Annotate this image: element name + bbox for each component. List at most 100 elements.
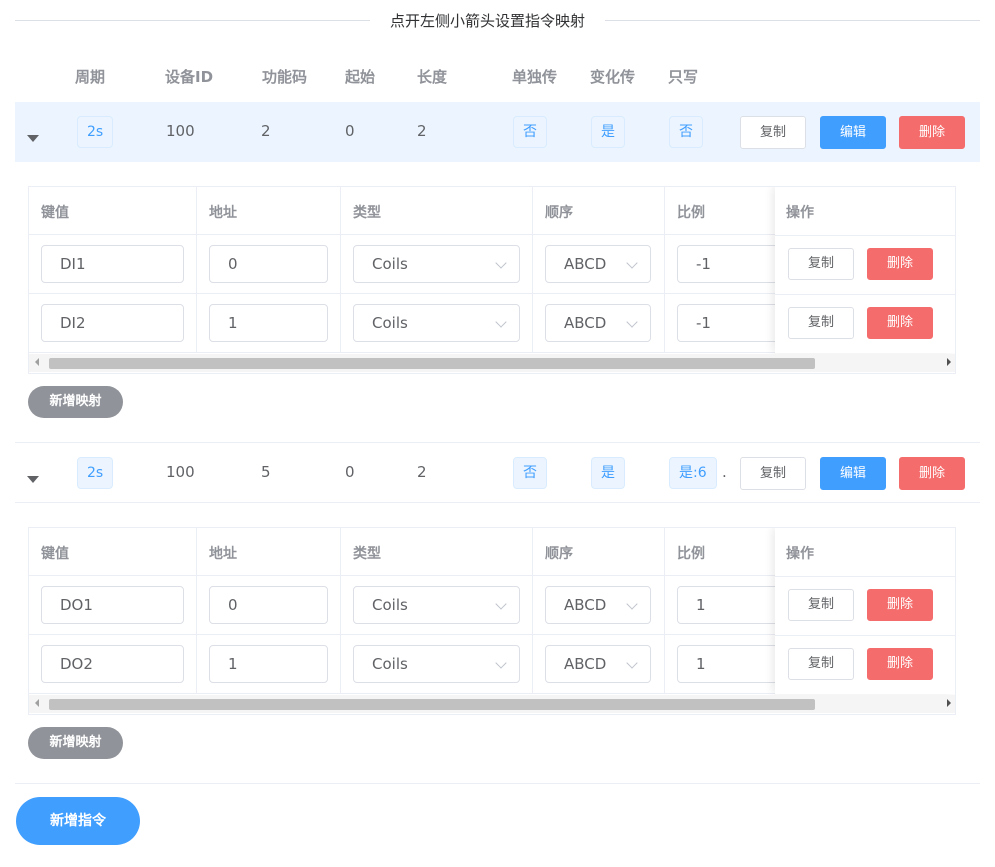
add-mapping-button[interactable]: 新增映射 bbox=[28, 727, 123, 759]
expand-arrow-icon[interactable] bbox=[27, 476, 39, 483]
func-code-value: 2 bbox=[261, 122, 271, 140]
type-select-value: Coils bbox=[372, 314, 408, 332]
address-input[interactable]: 0 bbox=[209, 245, 328, 283]
column-operations: 操作 bbox=[786, 205, 814, 221]
column-ratio: 比例 bbox=[677, 205, 705, 221]
scrollbar-thumb[interactable] bbox=[49, 358, 815, 369]
column-operations: 操作 bbox=[786, 546, 814, 562]
column-key: 键值 bbox=[41, 205, 69, 221]
scroll-right-icon[interactable] bbox=[947, 358, 951, 366]
column-divider bbox=[532, 528, 533, 694]
type-select-value: Coils bbox=[372, 596, 408, 614]
delete-command-button[interactable]: 删除 bbox=[899, 116, 965, 149]
header-single: 单独传 bbox=[512, 68, 558, 86]
scrollbar-thumb[interactable] bbox=[49, 699, 815, 710]
expand-arrow-icon[interactable] bbox=[27, 135, 39, 142]
key-input[interactable]: DO2 bbox=[41, 645, 184, 683]
horizontal-scrollbar[interactable] bbox=[29, 695, 955, 713]
command-row[interactable]: 2s 100 5 0 2 否 是 是:6 . 复制 编辑 删除 bbox=[15, 443, 980, 503]
column-ratio: 比例 bbox=[677, 546, 705, 562]
scroll-right-icon[interactable] bbox=[947, 699, 951, 707]
column-address: 地址 bbox=[209, 546, 237, 562]
write-only-tag: 否 bbox=[669, 116, 703, 148]
order-select[interactable]: ABCD bbox=[545, 245, 651, 283]
chevron-down-icon bbox=[626, 598, 638, 610]
header-period: 周期 bbox=[75, 68, 106, 86]
delete-mapping-button[interactable]: 删除 bbox=[867, 589, 933, 621]
address-input[interactable]: 0 bbox=[209, 586, 328, 624]
section-divider bbox=[15, 502, 980, 503]
column-divider bbox=[532, 187, 533, 353]
order-select-value: ABCD bbox=[564, 314, 607, 332]
delete-command-button[interactable]: 删除 bbox=[899, 457, 965, 490]
chevron-down-icon bbox=[495, 316, 507, 328]
column-type: 类型 bbox=[353, 205, 381, 221]
column-address: 地址 bbox=[209, 205, 237, 221]
single-tag: 否 bbox=[513, 116, 547, 148]
row-divider bbox=[775, 294, 955, 295]
start-value: 0 bbox=[345, 463, 355, 481]
length-value: 2 bbox=[417, 122, 427, 140]
key-input[interactable]: DO1 bbox=[41, 586, 184, 624]
header-length: 长度 bbox=[417, 68, 448, 86]
column-order: 顺序 bbox=[545, 205, 573, 221]
column-divider bbox=[340, 187, 341, 353]
edit-command-button[interactable]: 编辑 bbox=[820, 116, 886, 149]
order-select[interactable]: ABCD bbox=[545, 304, 651, 342]
key-input[interactable]: DI1 bbox=[41, 245, 184, 283]
order-select[interactable]: ABCD bbox=[545, 645, 651, 683]
address-input[interactable]: 1 bbox=[209, 645, 328, 683]
order-select[interactable]: ABCD bbox=[545, 586, 651, 624]
header-device-id: 设备ID bbox=[165, 68, 214, 86]
header-change: 变化传 bbox=[590, 68, 636, 86]
delete-mapping-button[interactable]: 删除 bbox=[867, 648, 933, 680]
chevron-down-icon bbox=[626, 257, 638, 269]
chevron-down-icon bbox=[495, 257, 507, 269]
copy-mapping-button[interactable]: 复制 bbox=[788, 589, 854, 621]
type-select-value: Coils bbox=[372, 255, 408, 273]
scroll-left-icon[interactable] bbox=[35, 358, 39, 366]
chevron-down-icon bbox=[626, 316, 638, 328]
section-divider bbox=[15, 783, 980, 784]
copy-mapping-button[interactable]: 复制 bbox=[788, 248, 854, 280]
command-row[interactable]: 2s 100 2 0 2 否 是 否 复制 编辑 删除 bbox=[15, 102, 980, 162]
column-divider bbox=[664, 528, 665, 694]
delete-mapping-button[interactable]: 删除 bbox=[867, 248, 933, 280]
copy-command-button[interactable]: 复制 bbox=[740, 116, 806, 149]
device-id-value: 100 bbox=[166, 122, 195, 140]
horizontal-scrollbar[interactable] bbox=[29, 354, 955, 372]
add-mapping-button[interactable]: 新增映射 bbox=[28, 386, 123, 418]
type-select[interactable]: Coils bbox=[353, 245, 520, 283]
overflow-dot: . bbox=[722, 463, 727, 481]
header-write-only: 只写 bbox=[668, 68, 699, 86]
device-id-value: 100 bbox=[166, 463, 195, 481]
type-select[interactable]: Coils bbox=[353, 304, 520, 342]
period-tag: 2s bbox=[77, 457, 114, 489]
delete-mapping-button[interactable]: 删除 bbox=[867, 307, 933, 339]
page-title: 点开左侧小箭头设置指令映射 bbox=[370, 10, 606, 31]
chevron-down-icon bbox=[626, 657, 638, 669]
copy-mapping-button[interactable]: 复制 bbox=[788, 648, 854, 680]
length-value: 2 bbox=[417, 463, 427, 481]
start-value: 0 bbox=[345, 122, 355, 140]
key-input[interactable]: DI2 bbox=[41, 304, 184, 342]
add-command-button[interactable]: 新增指令 bbox=[16, 797, 140, 845]
type-select[interactable]: Coils bbox=[353, 645, 520, 683]
copy-mapping-button[interactable]: 复制 bbox=[788, 307, 854, 339]
scroll-left-icon[interactable] bbox=[35, 699, 39, 707]
column-divider bbox=[664, 187, 665, 353]
column-divider bbox=[196, 528, 197, 694]
order-select-value: ABCD bbox=[564, 596, 607, 614]
operations-column: 操作 复制 删除 复制 删除 bbox=[775, 528, 955, 694]
mapping-table: 键值 地址 类型 顺序 比例 DI1 0 Coils ABCD -1 DI2 1… bbox=[28, 186, 956, 374]
type-select[interactable]: Coils bbox=[353, 586, 520, 624]
chevron-down-icon bbox=[495, 657, 507, 669]
change-tag: 是 bbox=[591, 116, 625, 148]
change-tag: 是 bbox=[591, 457, 625, 489]
chevron-down-icon bbox=[495, 598, 507, 610]
copy-command-button[interactable]: 复制 bbox=[740, 457, 806, 490]
column-key: 键值 bbox=[41, 546, 69, 562]
column-divider bbox=[340, 528, 341, 694]
address-input[interactable]: 1 bbox=[209, 304, 328, 342]
edit-command-button[interactable]: 编辑 bbox=[820, 457, 886, 490]
